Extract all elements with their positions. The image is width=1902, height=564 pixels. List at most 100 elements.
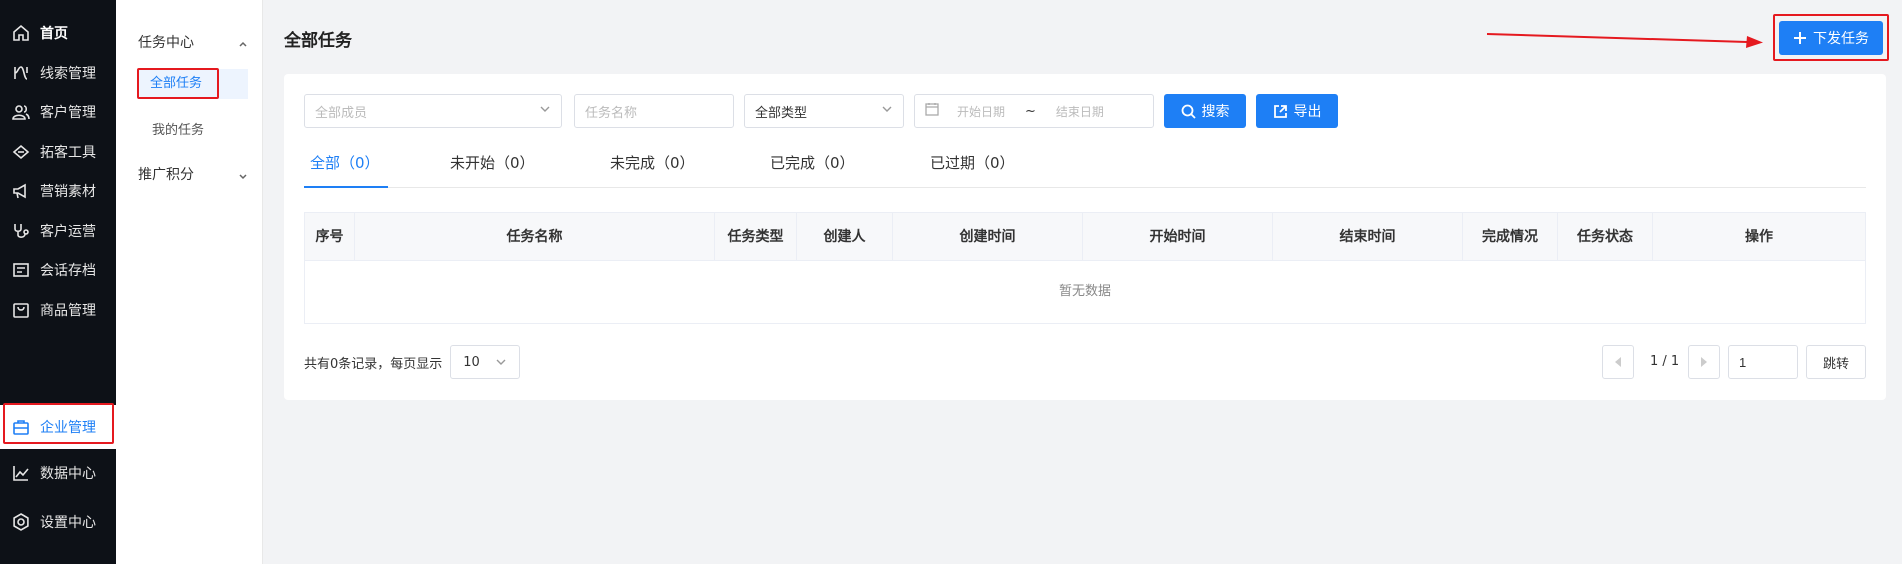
chevron-down-icon <box>496 359 506 365</box>
date-range-picker[interactable]: 开始日期 ~ 结束日期 <box>914 94 1154 128</box>
empty-state: 暂无数据 <box>1058 284 1111 299</box>
column-header: 开始时间 <box>1083 213 1273 261</box>
submenu-item-label: 我的任务 <box>152 123 205 138</box>
submenu-item-my-tasks[interactable]: 我的任务 <box>152 119 204 138</box>
status-tabs: 全部（0） 未开始（0） 未完成（0） 已完成（0） 已过期（0） <box>304 144 1866 188</box>
sub-menu: 任务中心 全部任务 我的任务 推广积分 <box>116 0 263 564</box>
nav-item-data[interactable]: 数据中心 <box>0 451 116 495</box>
tab-label: 已完成（0） <box>770 154 855 172</box>
export-button[interactable]: 导出 <box>1256 94 1338 128</box>
tab-all[interactable]: 全部（0） <box>310 144 380 188</box>
table-header: 序号 任务名称 任务类型 创建人 创建时间 开始时间 结束时间 完成情况 任务状… <box>305 213 1865 261</box>
nav-item-label: 会话存档 <box>40 263 96 279</box>
app-root: 首页 线索管理 客户管理 拓客工具 营销素材 客户运营 会话存档 商品管理 企业… <box>0 0 1902 564</box>
customers-icon <box>12 103 30 121</box>
tab-incomplete[interactable]: 未完成（0） <box>610 144 695 188</box>
leads-icon <box>12 64 30 82</box>
nav-item-label: 数据中心 <box>40 466 96 482</box>
tab-expired[interactable]: 已过期（0） <box>930 144 1015 188</box>
archive-icon <box>12 261 30 279</box>
search-label: 搜索 <box>1201 104 1230 120</box>
column-header: 序号 <box>305 213 355 261</box>
nav-item-label: 拓客工具 <box>40 145 96 161</box>
chevron-down-icon <box>881 103 893 119</box>
export-label: 导出 <box>1293 104 1322 120</box>
nav-item-enterprise[interactable]: 企业管理 <box>0 405 116 449</box>
main-nav: 首页 线索管理 客户管理 拓客工具 营销素材 客户运营 会话存档 商品管理 企业… <box>0 0 116 564</box>
column-header: 操作 <box>1745 229 1773 245</box>
nav-item-label: 企业管理 <box>40 420 96 436</box>
end-date-placeholder: 结束日期 <box>1055 104 1104 119</box>
task-name-input[interactable]: 任务名称 <box>574 94 734 128</box>
prev-page-button[interactable] <box>1602 345 1634 379</box>
nav-item-marketing[interactable]: 营销素材 <box>0 169 116 213</box>
submenu-group-points[interactable]: 推广积分 <box>138 164 248 184</box>
nav-item-tools[interactable]: 拓客工具 <box>0 130 116 174</box>
nav-item-customers[interactable]: 客户管理 <box>0 90 116 134</box>
nav-item-settings[interactable]: 设置中心 <box>0 500 116 544</box>
member-select[interactable]: 全部成员 <box>304 94 562 128</box>
issue-task-button[interactable]: 下发任务 <box>1779 21 1883 55</box>
column-header: 创建人 <box>797 213 893 261</box>
tab-not-started[interactable]: 未开始（0） <box>450 144 535 188</box>
nav-item-home[interactable]: 首页 <box>0 11 116 55</box>
settings-icon <box>12 513 30 531</box>
nav-item-operation[interactable]: 客户运营 <box>0 209 116 253</box>
chevron-down-icon <box>539 103 551 119</box>
line-chart-icon <box>12 464 30 482</box>
submenu-item-label: 全部任务 <box>150 76 203 91</box>
task-table: 序号 任务名称 任务类型 创建人 创建时间 开始时间 结束时间 完成情况 任务状… <box>304 212 1866 324</box>
jump-page-input[interactable] <box>1728 345 1798 379</box>
nav-item-archive[interactable]: 会话存档 <box>0 248 116 292</box>
jump-button[interactable]: 跳转 <box>1806 345 1866 379</box>
page-title: 全部任务 <box>284 31 352 51</box>
tab-completed[interactable]: 已完成（0） <box>770 144 855 188</box>
member-select-placeholder: 全部成员 <box>315 105 368 121</box>
tab-active-indicator <box>304 186 388 188</box>
nav-item-label: 首页 <box>40 26 68 42</box>
issue-task-label: 下发任务 <box>1813 31 1869 47</box>
jump-label: 跳转 <box>1822 356 1849 372</box>
calendar-icon <box>925 102 939 120</box>
nav-item-label: 营销素材 <box>40 184 96 200</box>
chevron-down-icon <box>238 169 248 180</box>
records-summary: 共有0条记录，每页显示 10 <box>304 345 521 379</box>
date-separator: ~ <box>1025 103 1036 119</box>
page-size-value: 10 <box>463 354 480 370</box>
shopping-bag-icon <box>12 301 30 319</box>
chevron-up-icon <box>238 37 248 47</box>
column-header: 任务类型 <box>715 213 797 261</box>
records-summary-text: 共有0条记录，每页显示 <box>304 356 443 372</box>
nav-item-label: 客户运营 <box>40 224 96 240</box>
submenu-group-label: 推广积分 <box>138 167 194 183</box>
next-page-button[interactable] <box>1688 345 1720 379</box>
start-date-placeholder: 开始日期 <box>957 104 1006 119</box>
tab-label: 未开始（0） <box>450 154 535 172</box>
task-type-select[interactable]: 全部类型 <box>744 94 904 128</box>
stethoscope-icon <box>12 222 30 240</box>
nav-item-leads[interactable]: 线索管理 <box>0 51 116 95</box>
export-icon <box>1273 104 1287 118</box>
task-card: 全部成员 任务名称 全部类型 开始日期 ~ 结束日期 搜索 导出 全部（0） 未 <box>284 74 1886 400</box>
submenu-group-task-center[interactable]: 任务中心 <box>138 32 248 52</box>
column-header: 完成情况 <box>1463 213 1558 261</box>
tab-label: 已过期（0） <box>930 154 1015 172</box>
search-button[interactable]: 搜索 <box>1164 94 1246 128</box>
nav-item-products[interactable]: 商品管理 <box>0 288 116 332</box>
nav-item-label: 客户管理 <box>40 105 96 121</box>
briefcase-icon <box>12 418 30 436</box>
search-icon <box>1181 104 1196 119</box>
column-header: 任务名称 <box>355 213 715 261</box>
plus-icon <box>1794 32 1806 44</box>
nav-item-label: 商品管理 <box>40 303 96 319</box>
task-name-placeholder: 任务名称 <box>585 105 638 121</box>
tools-icon <box>12 143 30 161</box>
page-size-select[interactable]: 10 <box>450 345 521 379</box>
tab-label: 全部（0） <box>310 154 380 172</box>
triangle-right-icon <box>1701 357 1707 367</box>
submenu-item-all-tasks[interactable]: 全部任务 <box>138 69 248 99</box>
submenu-group-label: 任务中心 <box>138 35 194 51</box>
page-info: 1 / 1 <box>1650 354 1680 369</box>
tab-label: 未完成（0） <box>610 154 695 172</box>
triangle-left-icon <box>1615 357 1621 367</box>
